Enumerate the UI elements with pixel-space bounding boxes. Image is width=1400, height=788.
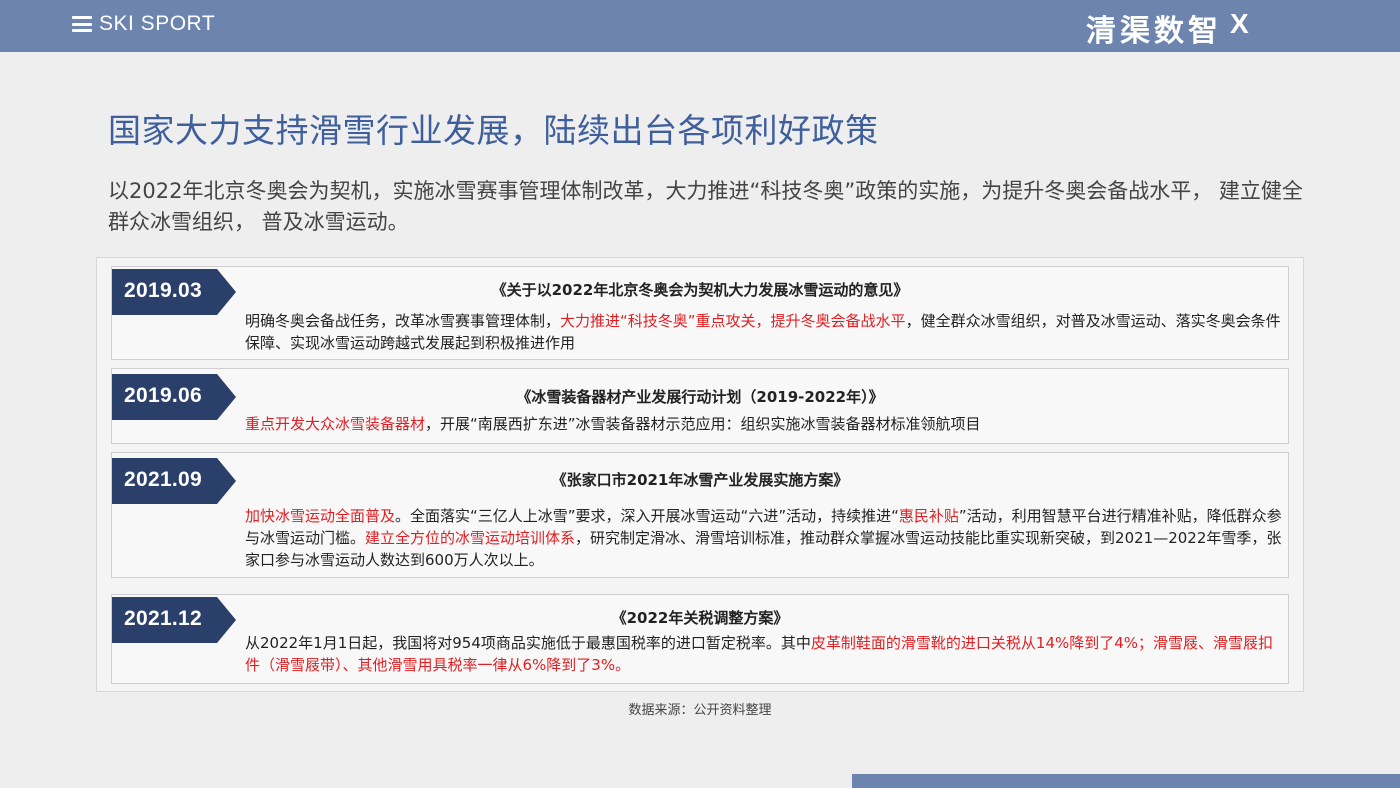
page-title: 国家大力支持滑雪行业发展，陆续出台各项利好政策 — [108, 111, 879, 150]
body-text: 。全面落实“三亿人上冰雪”要求，深入开展冰雪运动“六进”活动，持续推进“ — [395, 507, 899, 525]
highlight-text: 建立全方位的冰雪运动培训体系 — [365, 529, 576, 547]
policy-title: 《冰雪装备器材产业发展行动计划（2019-2022年）》 — [516, 388, 884, 406]
highlight-text: 重点开发大众冰雪装备器材 — [245, 415, 426, 433]
highlight-text: 大力推进“科技冬奥”重点攻关，提升冬奥会备战水平 — [560, 312, 906, 330]
highlight-text: 惠民补贴 — [898, 507, 959, 525]
policy-title: 《关于以2022年北京冬奥会为契机大力发展冰雪运动的意见》 — [491, 281, 909, 299]
policy-body: 明确冬奥会备战任务，改革冰雪赛事管理体制，大力推进“科技冬奥”重点攻关，提升冬奥… — [245, 310, 1283, 354]
logo-x: X — [1230, 8, 1249, 39]
highlight-text: 加快冰雪运动全面普及 — [245, 507, 396, 525]
page-subtitle: 以2022年北京冬奥会为契机，实施冰雪赛事管理体制改革，大力推进“科技冬奥”政策… — [108, 179, 1303, 234]
policy-body: 从2022年1月1日起，我国将对954项商品实施低于最惠国税率的进口暂定税率。其… — [245, 632, 1283, 676]
policy-title: 《2022年关税调整方案》 — [611, 609, 789, 627]
top-bar: SKI SPORT 清渠数智 X — [0, 0, 1400, 52]
body-text: 从2022年1月1日起，我国将对954项商品实施低于最惠国税率的进口暂定税率。其… — [245, 634, 811, 652]
policy-card-2021-12: 2021.12 《2022年关税调整方案》 从2022年1月1日起，我国将对95… — [111, 594, 1289, 684]
menu-icon[interactable] — [72, 16, 92, 32]
logo-text: 清渠数智 — [1086, 14, 1222, 49]
policy-body: 重点开发大众冰雪装备器材，开展“南展西扩东进”冰雪装备器材示范应用：组织实施冰雪… — [245, 413, 1283, 435]
policy-card-2019-06: 2019.06 《冰雪装备器材产业发展行动计划（2019-2022年）》 重点开… — [111, 368, 1289, 444]
policy-body: 加快冰雪运动全面普及。全面落实“三亿人上冰雪”要求，深入开展冰雪运动“六进”活动… — [245, 505, 1283, 571]
brand-name: SKI SPORT — [99, 12, 216, 35]
body-text: 明确冬奥会备战任务，改革冰雪赛事管理体制， — [245, 312, 561, 330]
policy-title: 《张家口市2021年冰雪产业发展实施方案》 — [551, 471, 849, 489]
body-text: ，开展“南展西扩东进”冰雪装备器材示范应用：组织实施冰雪装备器材标准领航项目 — [425, 415, 981, 433]
policy-card-2019-03: 2019.03 《关于以2022年北京冬奥会为契机大力发展冰雪运动的意见》 明确… — [111, 266, 1289, 360]
bottom-accent-bar — [852, 774, 1400, 788]
policy-card-2021-09: 2021.09 《张家口市2021年冰雪产业发展实施方案》 加快冰雪运动全面普及… — [111, 452, 1289, 578]
data-source: 数据来源：公开资料整理 — [628, 703, 772, 718]
